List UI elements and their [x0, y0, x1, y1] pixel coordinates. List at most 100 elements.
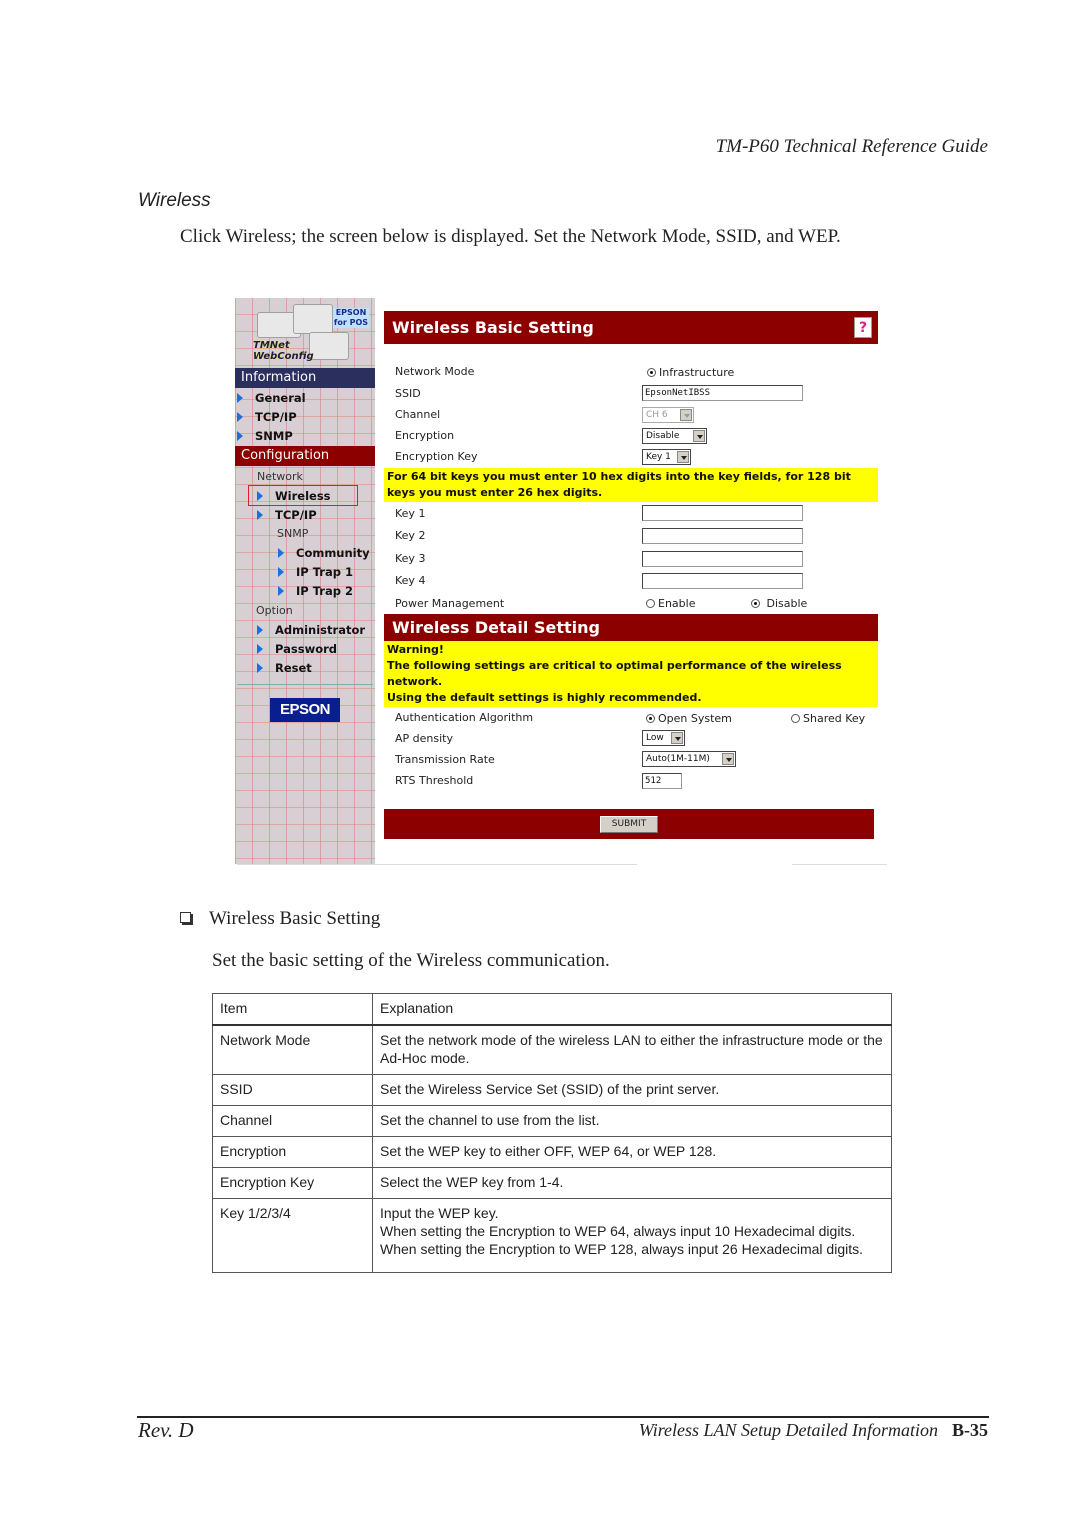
table-cell-item: SSID: [212, 1074, 373, 1106]
settings-panel: Wireless Basic Setting ? Network Mode In…: [383, 298, 879, 864]
option-category: Option: [256, 604, 293, 617]
bullet-paragraph: Set the basic setting of the Wireless co…: [212, 950, 610, 971]
tx-rate-value: Auto(1M-11M): [646, 754, 710, 764]
key1-label: Key 1: [395, 507, 426, 520]
webconfig-screenshot: EPSON for POS TMNet WebConfig Informatio…: [235, 298, 887, 865]
encryption-select[interactable]: Disable: [642, 428, 707, 444]
auth-shared-key-radio[interactable]: Shared Key: [791, 712, 865, 726]
divider: [792, 864, 887, 865]
footer-rule: [137, 1416, 989, 1418]
radio-unselected-icon: [791, 714, 800, 723]
sidebar-item-password[interactable]: Password: [257, 641, 337, 657]
auth-label: Authentication Algorithm: [395, 711, 534, 724]
sidebar-item-administrator[interactable]: Administrator: [257, 622, 365, 638]
basic-setting-title: Wireless Basic Setting: [392, 318, 594, 337]
table-cell-explanation: Input the WEP key. When setting the Encr…: [372, 1198, 892, 1273]
sidebar-item-community[interactable]: Community: [278, 545, 370, 561]
printer-icon: [309, 332, 349, 360]
chevron-down-icon: [722, 753, 734, 765]
chevron-down-icon: [693, 430, 705, 442]
arrow-icon: [237, 412, 243, 422]
sidebar-item-tcpip[interactable]: TCP/IP: [237, 409, 297, 425]
network-category: Network: [257, 470, 303, 483]
arrow-icon: [278, 548, 284, 558]
help-icon[interactable]: ?: [854, 317, 872, 338]
logo-title-line1: TMNet: [253, 340, 290, 351]
arrow-icon: [257, 663, 263, 673]
ssid-input[interactable]: EpsonNetIBSS: [642, 385, 803, 401]
channel-select[interactable]: CH 6: [642, 407, 694, 423]
table-row: SSID Set the Wireless Service Set (SSID)…: [212, 1074, 892, 1106]
detail-setting-banner: Wireless Detail Setting: [384, 614, 878, 641]
settings-table: Item Explanation Network Mode Set the ne…: [212, 993, 892, 1273]
network-mode-radio[interactable]: Infrastructure: [647, 366, 734, 380]
sidebar-item-snmp[interactable]: SNMP: [237, 428, 293, 444]
explanation-line: When setting the Encryption to WEP 64, a…: [380, 1223, 863, 1257]
encryption-label: Encryption: [395, 429, 455, 442]
table-cell-item: Encryption Key: [212, 1167, 373, 1199]
footer-chapter-title: Wireless LAN Setup Detailed Information: [638, 1420, 938, 1440]
warning-note: Warning! The following settings are crit…: [384, 641, 878, 707]
epson-for-pos-badge: EPSON for POS: [333, 308, 369, 328]
radio-unselected-icon: [646, 599, 655, 608]
logo-title: TMNet WebConfig: [253, 340, 314, 362]
ap-density-select[interactable]: Low: [642, 730, 685, 746]
power-enable-radio[interactable]: Enable: [646, 597, 695, 611]
radio-selected-icon: [751, 599, 760, 608]
printer-icon: [293, 304, 333, 334]
encryption-key-select[interactable]: Key 1: [642, 449, 691, 465]
configuration-header: Configuration: [235, 446, 375, 466]
sidebar-item-label: Password: [275, 642, 337, 656]
table-cell-item: Encryption: [212, 1136, 373, 1168]
power-management-label: Power Management: [395, 597, 505, 610]
chevron-down-icon: [671, 732, 683, 744]
encryption-value: Disable: [646, 431, 680, 441]
key4-label: Key 4: [395, 574, 426, 587]
key3-input[interactable]: [642, 551, 803, 567]
basic-setting-banner: Wireless Basic Setting ?: [384, 311, 878, 344]
arrow-icon: [237, 431, 243, 441]
arrow-icon: [257, 510, 263, 520]
sidebar-item-reset[interactable]: Reset: [257, 660, 312, 676]
sidebar-item-label: General: [255, 391, 306, 405]
table-row: Channel Set the channel to use from the …: [212, 1105, 892, 1137]
key2-input[interactable]: [642, 528, 803, 544]
sidebar-item-ip-trap-2[interactable]: IP Trap 2: [278, 583, 353, 599]
auth-open-system-label: Open System: [658, 712, 732, 725]
submit-button[interactable]: SUBMIT: [600, 816, 658, 833]
footer-revision: Rev. D: [138, 1418, 194, 1442]
key1-input[interactable]: [642, 505, 803, 521]
epson-logo[interactable]: EPSON: [270, 698, 340, 722]
sidebar-item-wireless[interactable]: Wireless: [257, 488, 331, 504]
chevron-down-icon: [680, 409, 692, 421]
key4-input[interactable]: [642, 573, 803, 589]
radio-selected-icon: [647, 368, 656, 377]
table-row: Key 1/2/3/4 Input the WEP key. When sett…: [212, 1198, 892, 1273]
rts-label: RTS Threshold: [395, 774, 474, 787]
page-number: B-35: [952, 1420, 988, 1440]
auth-open-system-radio[interactable]: Open System: [646, 712, 732, 726]
arrow-icon: [257, 625, 263, 635]
logo-title-line2: WebConfig: [253, 351, 314, 362]
table-row: Network Mode Set the network mode of the…: [212, 1024, 892, 1075]
intro-text: Click Wireless; the screen below is disp…: [180, 226, 841, 247]
rts-input[interactable]: 512: [642, 773, 682, 789]
table-cell-item: Key 1/2/3/4: [212, 1198, 373, 1273]
sidebar-item-network-tcpip[interactable]: TCP/IP: [257, 507, 317, 523]
ap-density-value: Low: [646, 733, 664, 743]
bullet-heading-text: Wireless Basic Setting: [209, 908, 381, 929]
arrow-icon: [257, 491, 263, 501]
table-cell-explanation: Set the Wireless Service Set (SSID) of t…: [372, 1074, 892, 1106]
explanation-line: Input the WEP key.: [380, 1205, 499, 1221]
network-mode-label: Network Mode: [395, 365, 475, 378]
channel-label: Channel: [395, 408, 441, 421]
radio-selected-icon: [646, 714, 655, 723]
sidebar-item-ip-trap-1[interactable]: IP Trap 1: [278, 564, 353, 580]
power-disable-radio[interactable]: Disable: [751, 597, 807, 611]
table-header-item: Item: [212, 993, 373, 1026]
tx-rate-label: Transmission Rate: [395, 753, 495, 766]
sidebar-item-label: Reset: [275, 661, 312, 675]
tx-rate-select[interactable]: Auto(1M-11M): [642, 751, 736, 767]
section-title: Wireless: [138, 190, 211, 211]
sidebar-item-general[interactable]: General: [237, 390, 306, 406]
